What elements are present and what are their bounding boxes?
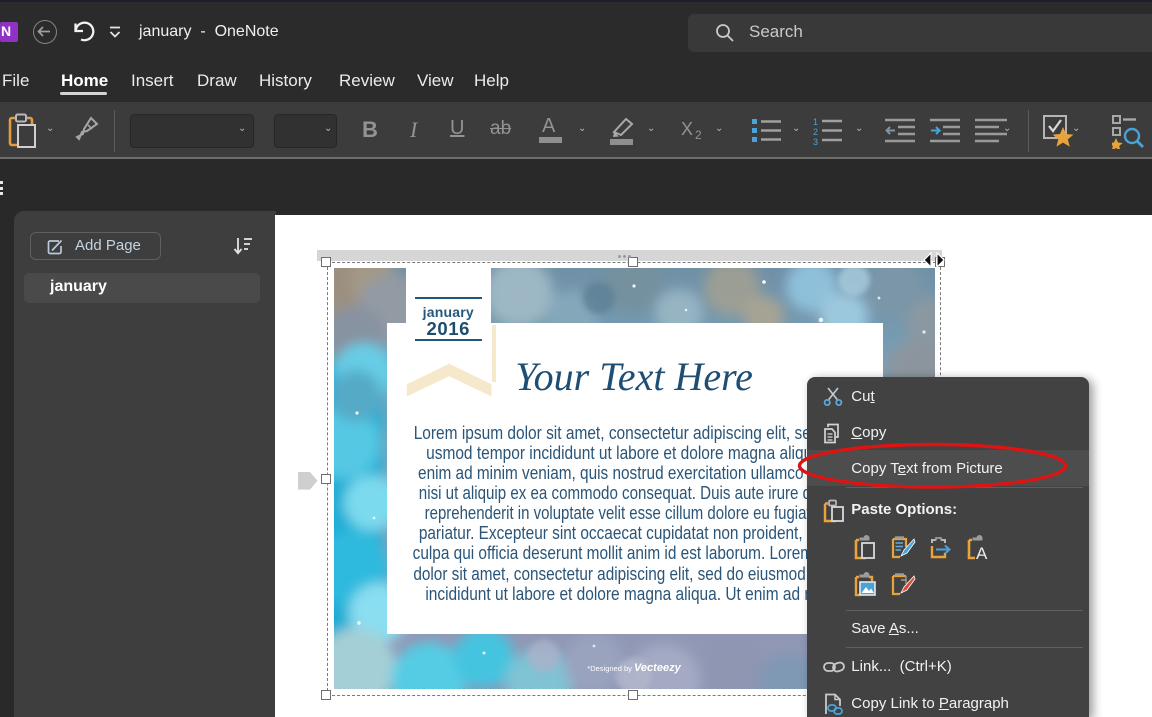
svg-text:3: 3 bbox=[813, 137, 818, 145]
svg-text:A: A bbox=[976, 544, 988, 561]
svg-text:1: 1 bbox=[813, 117, 818, 127]
svg-text:2: 2 bbox=[813, 127, 818, 137]
